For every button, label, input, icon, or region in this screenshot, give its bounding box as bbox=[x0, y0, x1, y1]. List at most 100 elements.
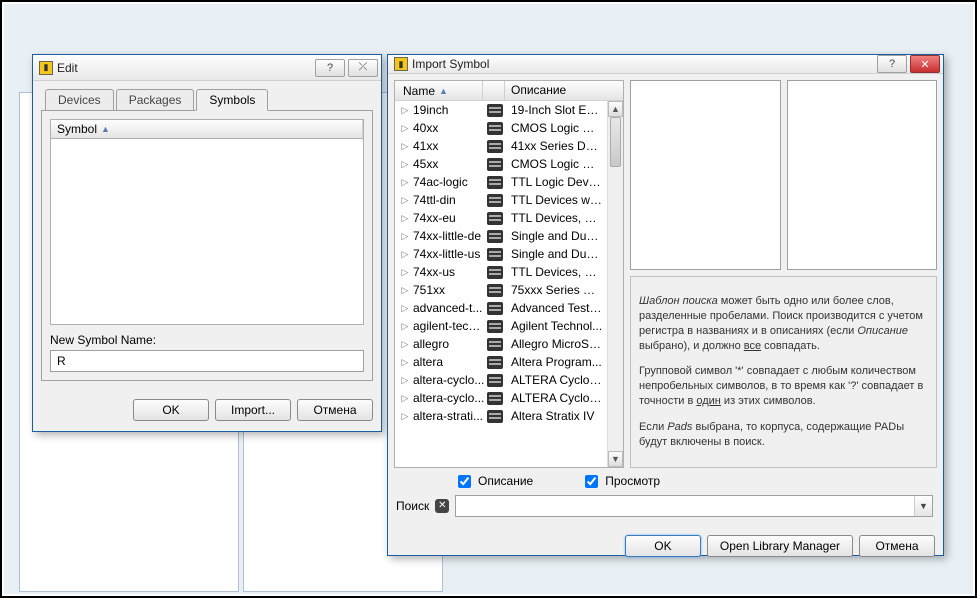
expand-icon[interactable]: ▷ bbox=[399, 339, 411, 350]
open-library-manager-button[interactable]: Open Library Manager bbox=[707, 535, 853, 557]
expand-icon[interactable]: ▷ bbox=[399, 195, 411, 206]
tree-row[interactable]: ▷altera-cyclo...ALTERA Cyclone... bbox=[395, 371, 623, 389]
expand-icon[interactable]: ▷ bbox=[399, 303, 411, 314]
tree-row[interactable]: ▷40xxCMOS Logic De... bbox=[395, 119, 623, 137]
drive-icon bbox=[487, 212, 503, 225]
tree-header[interactable]: Name ▲ Описание bbox=[395, 81, 623, 101]
scroll-down-icon[interactable]: ▼ bbox=[608, 451, 623, 467]
tree-row[interactable]: ▷19inch19-Inch Slot Eur... bbox=[395, 101, 623, 119]
expand-icon[interactable]: ▷ bbox=[399, 285, 411, 296]
tree-row[interactable]: ▷74ttl-din TTL Devices wit... bbox=[395, 191, 623, 209]
tree-row-name: 74ttl-din bbox=[411, 193, 487, 207]
tree-row-desc: CMOS Logic De... bbox=[507, 121, 607, 135]
column-desc-label: Описание bbox=[505, 81, 607, 100]
tree-row[interactable]: ▷agilent-tech...Agilent Technol... bbox=[395, 317, 623, 335]
tree-row[interactable]: ▷74xx-euTTL Devices, 74x... bbox=[395, 209, 623, 227]
tree-row-name: 74xx-little-us bbox=[411, 247, 487, 261]
tree-row-name: 19inch bbox=[411, 103, 487, 117]
new-symbol-name-input[interactable] bbox=[50, 350, 364, 372]
help-button[interactable]: ? bbox=[877, 55, 907, 73]
close-button[interactable]: ⤫ bbox=[348, 59, 378, 77]
tree-row-name: allegro bbox=[411, 337, 487, 351]
tree-row[interactable]: ▷74xx-little-usSingle and Dual ... bbox=[395, 245, 623, 263]
ok-button[interactable]: OK bbox=[133, 399, 209, 421]
tree-row[interactable]: ▷74xx-usTTL Devices, 74x... bbox=[395, 263, 623, 281]
tree-row[interactable]: ▷allegroAllegro MicroSy... bbox=[395, 335, 623, 353]
drive-icon bbox=[487, 230, 503, 243]
tab-packages[interactable]: Packages bbox=[116, 89, 195, 111]
drive-icon bbox=[487, 158, 503, 171]
symbol-list-header[interactable]: Symbol ▲ bbox=[50, 119, 364, 139]
tree-row-desc: TTL Devices wit... bbox=[507, 193, 607, 207]
tab-devices[interactable]: Devices bbox=[45, 89, 114, 111]
tree-row[interactable]: ▷altera-strati...Altera Stratix IV bbox=[395, 407, 623, 425]
expand-icon[interactable]: ▷ bbox=[399, 375, 411, 386]
clear-search-icon[interactable]: ✕ bbox=[435, 499, 449, 513]
help-button[interactable]: ? bbox=[315, 59, 345, 77]
close-button[interactable]: ✕ bbox=[910, 55, 940, 73]
drive-icon bbox=[487, 320, 503, 333]
tree-row[interactable]: ▷alteraAltera Program... bbox=[395, 353, 623, 371]
expand-icon[interactable]: ▷ bbox=[399, 159, 411, 170]
check-preview[interactable]: Просмотр bbox=[581, 472, 660, 491]
tree-row-name: 41xx bbox=[411, 139, 487, 153]
edit-titlebar[interactable]: ▮ Edit ? ⤫ bbox=[33, 55, 381, 81]
tree-row-desc: TTL Devices, 74x... bbox=[507, 265, 607, 279]
expand-icon[interactable]: ▷ bbox=[399, 411, 411, 422]
drive-icon bbox=[487, 194, 503, 207]
tree-row-desc: 75xxx Series Devi... bbox=[507, 283, 607, 297]
expand-icon[interactable]: ▷ bbox=[399, 321, 411, 332]
tree-row-desc: Agilent Technol... bbox=[507, 319, 607, 333]
tree-row[interactable]: ▷advanced-t...Advanced Test T... bbox=[395, 299, 623, 317]
drive-icon bbox=[487, 338, 503, 351]
drive-icon bbox=[487, 140, 503, 153]
tree-row-desc: TTL Devices, 74x... bbox=[507, 211, 607, 225]
edit-tabstrip: Devices Packages Symbols bbox=[41, 89, 373, 111]
edit-dialog-footer: OK Import... Отмена bbox=[33, 389, 381, 431]
import-titlebar[interactable]: ▮ Import Symbol ? ✕ bbox=[388, 55, 943, 74]
tree-row[interactable]: ▷74ac-logicTTL Logic Devic... bbox=[395, 173, 623, 191]
library-tree[interactable]: Name ▲ Описание ▷19inch19-Inch Slot Eur.… bbox=[394, 80, 624, 468]
check-description[interactable]: Описание bbox=[454, 472, 533, 491]
expand-icon[interactable]: ▷ bbox=[399, 267, 411, 278]
check-preview-box[interactable] bbox=[585, 475, 598, 488]
expand-icon[interactable]: ▷ bbox=[399, 231, 411, 242]
check-description-box[interactable] bbox=[458, 475, 471, 488]
tree-row[interactable]: ▷45xxCMOS Logic De... bbox=[395, 155, 623, 173]
import-dialog: ▮ Import Symbol ? ✕ Name ▲ Описание bbox=[387, 54, 944, 556]
expand-icon[interactable]: ▷ bbox=[399, 177, 411, 188]
expand-icon[interactable]: ▷ bbox=[399, 213, 411, 224]
ok-button[interactable]: OK bbox=[625, 535, 701, 557]
expand-icon[interactable]: ▷ bbox=[399, 123, 411, 134]
search-input[interactable]: ▼ bbox=[455, 495, 933, 517]
drive-icon bbox=[487, 284, 503, 297]
tree-row-name: 751xx bbox=[411, 283, 487, 297]
scroll-up-icon[interactable]: ▲ bbox=[608, 101, 623, 117]
expand-icon[interactable]: ▷ bbox=[399, 393, 411, 404]
expand-icon[interactable]: ▷ bbox=[399, 141, 411, 152]
expand-icon[interactable]: ▷ bbox=[399, 105, 411, 116]
symbol-list[interactable] bbox=[50, 139, 364, 325]
tree-row[interactable]: ▷41xx41xx Series Devices bbox=[395, 137, 623, 155]
drive-icon bbox=[487, 410, 503, 423]
outer-frame: ▮ Edit ? ⤫ Devices Packages Symbols Symb… bbox=[0, 0, 977, 598]
app-icon: ▮ bbox=[39, 61, 53, 75]
tree-scrollbar[interactable]: ▲ ▼ bbox=[607, 101, 623, 467]
tree-row-desc: Advanced Test T... bbox=[507, 301, 607, 315]
tree-row[interactable]: ▷altera-cyclo...ALTERA Cyclone... bbox=[395, 389, 623, 407]
cancel-button[interactable]: Отмена bbox=[859, 535, 935, 557]
tree-row[interactable]: ▷74xx-little-deSingle and Dual ... bbox=[395, 227, 623, 245]
tree-row-desc: Single and Dual ... bbox=[507, 229, 607, 243]
expand-icon[interactable]: ▷ bbox=[399, 357, 411, 368]
cancel-button[interactable]: Отмена bbox=[297, 399, 373, 421]
tab-symbols[interactable]: Symbols bbox=[196, 89, 268, 111]
tree-row[interactable]: ▷751xx 75xxx Series Devi... bbox=[395, 281, 623, 299]
import-button[interactable]: Import... bbox=[215, 399, 291, 421]
tree-row-desc: ALTERA Cyclone... bbox=[507, 391, 607, 405]
expand-icon[interactable]: ▷ bbox=[399, 249, 411, 260]
tree-row-name: 45xx bbox=[411, 157, 487, 171]
tree-row-name: 74ac-logic bbox=[411, 175, 487, 189]
dropdown-icon[interactable]: ▼ bbox=[914, 496, 932, 516]
drive-icon bbox=[487, 176, 503, 189]
scroll-thumb[interactable] bbox=[610, 117, 621, 167]
